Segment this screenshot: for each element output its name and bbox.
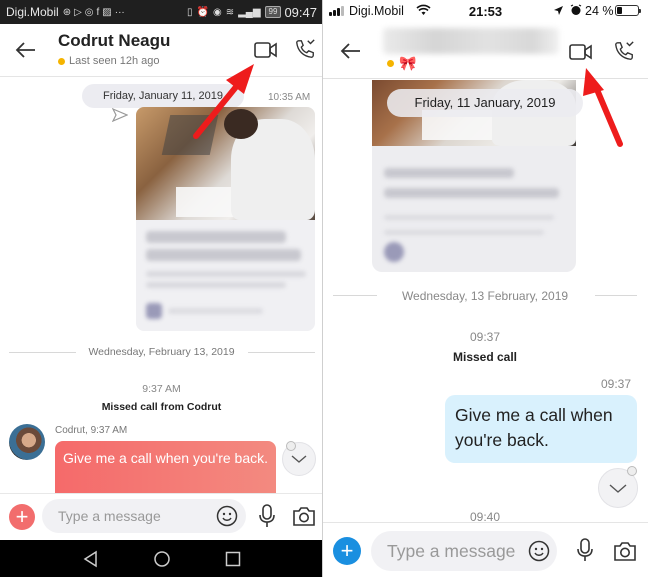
more-dots-icon: ···: [114, 6, 125, 18]
whatsapp-icon: ◎: [84, 6, 94, 18]
android-navigation-bar: [0, 540, 322, 577]
alarm-icon: ⏰: [196, 6, 209, 18]
battery-level: [617, 7, 623, 14]
clock: 09:47: [284, 4, 317, 20]
side-by-side-screenshots: Digi.Mobil ⊛ ▷ ◎ f ▨ ··· ▯ ⏰ ◉ ≋ ▂▄▆ 99 …: [0, 0, 648, 577]
call-timestamp: 09:37: [469, 330, 501, 344]
android-audio-call-button[interactable]: [294, 38, 316, 60]
back-arrow-icon[interactable]: [339, 39, 363, 63]
battery-percent: 24 %: [585, 4, 614, 18]
wifi-icon: ≋: [225, 6, 235, 18]
last-seen-text: Last seen 12h ago: [69, 55, 160, 67]
presence-status: Last seen 12h ago: [58, 55, 160, 67]
outgoing-message-bubble[interactable]: Give me a call when you're back.: [445, 395, 637, 463]
date-pill: Friday, 11 January, 2019: [387, 89, 583, 117]
missed-call-notice: Missed call from Codrut: [101, 401, 222, 413]
nav-back-icon[interactable]: [82, 550, 100, 568]
carrier-name: Digi.Mobil: [6, 5, 59, 19]
emoji-icon[interactable]: [528, 540, 550, 562]
add-content-button[interactable]: +: [333, 537, 361, 565]
ios-skype-chat: Digi.Mobil 21:53 24 % 🎀 Friday, 11 Janua…: [323, 0, 648, 577]
ios-audio-call-button[interactable]: [613, 40, 635, 62]
nav-recents-icon[interactable]: [224, 550, 242, 568]
call-timestamp: 9:37 AM: [142, 383, 181, 395]
nav-home-icon[interactable]: [153, 550, 171, 568]
emoji-icon[interactable]: [216, 505, 238, 527]
facebook-icon: f: [96, 6, 100, 18]
signal-icon: ▂▄▆: [238, 6, 261, 18]
date-divider-line: [595, 295, 637, 296]
chevron-down-icon: [291, 455, 307, 463]
android-status-bar: Digi.Mobil ⊛ ▷ ◎ f ▨ ··· ▯ ⏰ ◉ ≋ ▂▄▆ 99 …: [0, 0, 322, 24]
alarm-icon: [570, 4, 582, 15]
date-pill: Friday, January 11, 2019: [82, 84, 244, 108]
chevron-down-icon: [609, 483, 627, 493]
camera-icon[interactable]: [613, 540, 637, 562]
contact-name[interactable]: Codrut Neagu: [58, 31, 170, 51]
vibrate-icon: ▯: [186, 6, 193, 18]
android-video-call-button[interactable]: [254, 40, 278, 60]
battery-icon: [615, 5, 641, 16]
message-timestamp: 09:37: [601, 377, 632, 391]
contact-name-blurred[interactable]: [383, 28, 559, 54]
android-skype-chat: Digi.Mobil ⊛ ▷ ◎ f ▨ ··· ▯ ⏰ ◉ ≋ ▂▄▆ 99 …: [0, 0, 323, 577]
back-arrow-icon[interactable]: [14, 38, 38, 62]
battery-indicator: 99: [264, 6, 282, 18]
microphone-icon[interactable]: [576, 538, 594, 562]
message-composer: + Type a message: [0, 493, 322, 540]
location-icon: [554, 6, 563, 15]
date-divider-text: Wednesday, 13 February, 2019: [401, 289, 569, 303]
notification-icons: ⊛ ▷ ◎ f ▨ ···: [63, 7, 125, 18]
chat-header: Codrut Neagu Last seen 12h ago: [0, 24, 322, 77]
messenger-icon: ⊛: [62, 6, 72, 18]
ios-video-call-button[interactable]: [569, 42, 593, 62]
mood-emoji: 🎀: [399, 55, 417, 71]
away-status-dot: [58, 57, 65, 65]
play-icon: ▷: [74, 6, 82, 18]
microphone-icon[interactable]: [258, 504, 276, 528]
read-receipt-avatar: [286, 441, 296, 451]
chat-header: 🎀: [323, 22, 648, 79]
presence-status: 🎀: [387, 55, 416, 72]
missed-call-notice: Missed call: [452, 350, 518, 364]
system-icons: ▯ ⏰ ◉ ≋ ▂▄▆ 99: [186, 6, 282, 18]
ios-status-bar: Digi.Mobil 21:53 24 %: [323, 0, 648, 22]
incoming-message-bubble[interactable]: Give me a call when you're back.: [55, 441, 276, 493]
eye-icon: ◉: [212, 6, 222, 18]
avatar[interactable]: [9, 424, 45, 460]
link-preview-image: [136, 107, 315, 220]
message-timestamp: 10:35 AM: [268, 92, 311, 103]
shared-link-card[interactable]: [136, 107, 315, 331]
date-divider-line: [248, 352, 315, 353]
message-composer: + Type a message: [323, 522, 648, 577]
photo-icon: ▨: [102, 6, 112, 18]
read-receipt-avatar: [627, 466, 637, 476]
away-status-dot: [387, 60, 394, 67]
sent-icon: [112, 108, 128, 122]
add-content-button[interactable]: +: [9, 504, 35, 530]
camera-icon[interactable]: [292, 505, 316, 527]
sender-and-time: Codrut, 9:37 AM: [55, 425, 128, 436]
